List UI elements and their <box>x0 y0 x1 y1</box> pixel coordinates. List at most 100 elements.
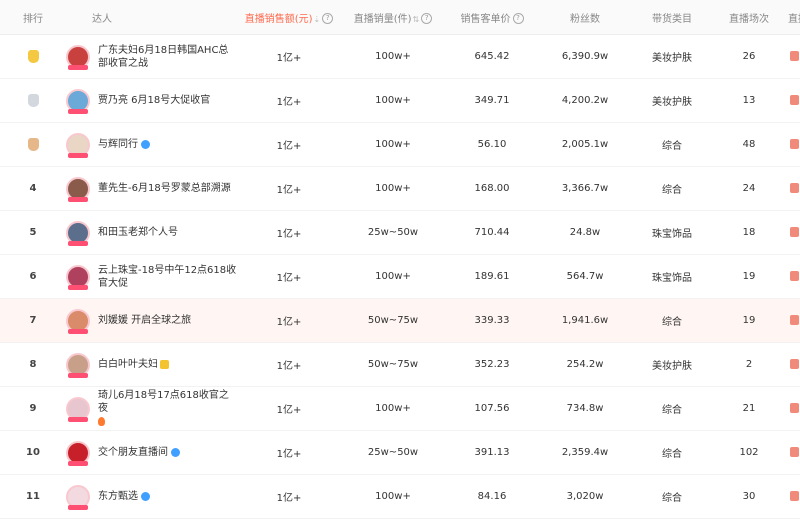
help-icon[interactable]: ? <box>512 13 524 24</box>
avatar[interactable] <box>66 176 90 202</box>
live-room-cell[interactable] <box>786 359 800 370</box>
sort-desc-icon[interactable]: ⇣ <box>314 15 321 24</box>
rank-cell <box>0 50 66 63</box>
live-room-cell[interactable] <box>786 227 800 238</box>
live-count: 102 <box>739 447 759 458</box>
rank-cell: 11 <box>0 491 66 502</box>
influencer-cell[interactable]: 云上珠宝-18号中午12点618收官大促 <box>66 264 238 290</box>
live-room-icon[interactable] <box>789 227 799 237</box>
influencer-name[interactable]: 交个朋友直播间 <box>98 446 238 459</box>
avatar[interactable] <box>66 308 90 334</box>
fans-count: 24.8w <box>569 227 601 238</box>
live-room-cell[interactable] <box>786 183 800 194</box>
influencer-cell[interactable]: 琦儿6月18号17点618收官之夜 <box>66 389 238 428</box>
header-influencer: 达人 <box>92 13 112 25</box>
live-room-cell[interactable] <box>786 139 800 150</box>
avatar[interactable] <box>66 88 90 114</box>
live-room-icon[interactable] <box>789 315 799 325</box>
live-room-icon[interactable] <box>789 359 799 369</box>
influencer-cell[interactable]: 广东夫妇6月18日韩国AHC总部收官之战 <box>66 44 238 70</box>
verified-icon <box>141 139 150 149</box>
table-row[interactable]: 与辉同行 1亿+ 100w+ 56.10 2,005.1w 综合 48 <box>0 123 800 167</box>
live-room-icon[interactable] <box>789 447 799 457</box>
rank-cell: 7 <box>0 315 66 326</box>
influencer-name[interactable]: 东方甄选 <box>98 490 238 503</box>
help-icon[interactable]: ? <box>421 13 433 24</box>
live-room-icon[interactable] <box>789 271 799 281</box>
category: 综合 <box>662 405 682 416</box>
avatar[interactable] <box>66 44 90 70</box>
live-room-cell[interactable] <box>786 403 800 414</box>
live-room-icon[interactable] <box>789 51 799 61</box>
influencer-cell[interactable]: 刘媛媛 开启全球之旅 <box>66 308 238 334</box>
sort-icon[interactable]: ⇅ <box>413 15 420 24</box>
live-room-icon[interactable] <box>789 95 799 105</box>
ranking-table: 排行 达人 直播销售额(元)⇣? 直播销量(件)⇅? 销售客单价? 粉丝数 带货… <box>0 0 800 519</box>
avatar[interactable] <box>66 264 90 290</box>
unit-price: 645.42 <box>474 51 510 62</box>
influencer-cell[interactable]: 与辉同行 <box>66 132 238 158</box>
table-row[interactable]: 8 白白叶叶夫妇 1亿+ 50w~75w 352.23 254.2w 美妆护肤 … <box>0 343 800 387</box>
fire-icon <box>98 416 105 426</box>
sales-amount: 1亿+ <box>276 53 302 64</box>
avatar[interactable] <box>66 396 90 422</box>
header-sales-amount[interactable]: 直播销售额(元)⇣? <box>238 10 340 25</box>
table-row[interactable]: 6 云上珠宝-18号中午12点618收官大促 1亿+ 100w+ 189.61 … <box>0 255 800 299</box>
influencer-cell[interactable]: 贾乃亮 6月18号大促收官 <box>66 88 238 114</box>
table-row[interactable]: 7 刘媛媛 开启全球之旅 1亿+ 50w~75w 339.33 1,941.6w… <box>0 299 800 343</box>
avatar[interactable] <box>66 132 90 158</box>
live-room-cell[interactable] <box>786 51 800 62</box>
rank-number: 6 <box>29 271 37 282</box>
fans-count: 1,941.6w <box>561 315 609 326</box>
live-room-cell[interactable] <box>786 315 800 326</box>
live-tag-icon <box>68 284 88 290</box>
sales-amount: 1亿+ <box>276 97 302 108</box>
header-live-count: 直播场次 <box>729 13 769 25</box>
live-room-cell[interactable] <box>786 271 800 282</box>
table-row[interactable]: 9 琦儿6月18号17点618收官之夜 1亿+ 100w+ 107.56 734… <box>0 387 800 431</box>
header-sales-amount-label: 直播销售额(元) <box>244 13 313 25</box>
influencer-cell[interactable]: 和田玉老郑个人号 <box>66 220 238 246</box>
influencer-cell[interactable]: 交个朋友直播间 <box>66 440 238 466</box>
avatar[interactable] <box>66 440 90 466</box>
rank-cell: 9 <box>0 403 66 414</box>
table-row[interactable]: 贾乃亮 6月18号大促收官 1亿+ 100w+ 349.71 4,200.2w … <box>0 79 800 123</box>
live-room-cell[interactable] <box>786 447 800 458</box>
table-row[interactable]: 4 董先生-6月18号罗蒙总部溯源 1亿+ 100w+ 168.00 3,366… <box>0 167 800 211</box>
live-tag-icon <box>68 372 88 378</box>
influencer-name[interactable]: 刘媛媛 开启全球之旅 <box>98 314 238 327</box>
avatar[interactable] <box>66 220 90 246</box>
live-tag-icon <box>68 152 88 158</box>
live-room-cell[interactable] <box>786 491 800 502</box>
live-room-cell[interactable] <box>786 95 800 106</box>
influencer-name[interactable]: 白白叶叶夫妇 <box>98 358 238 371</box>
category: 综合 <box>662 493 682 504</box>
table-row[interactable]: 5 和田玉老郑个人号 1亿+ 25w~50w 710.44 24.8w 珠宝饰品… <box>0 211 800 255</box>
fans-count: 254.2w <box>566 359 604 370</box>
crown-icon <box>160 359 169 369</box>
header-sales-volume[interactable]: 直播销量(件)⇅? <box>340 10 446 25</box>
table-row[interactable]: 11 东方甄选 1亿+ 100w+ 84.16 3,020w 综合 30 <box>0 475 800 519</box>
influencer-name[interactable]: 与辉同行 <box>98 138 238 151</box>
influencer-name[interactable]: 贾乃亮 6月18号大促收官 <box>98 94 238 107</box>
table-row[interactable]: 10 交个朋友直播间 1亿+ 25w~50w 391.13 2,359.4w 综… <box>0 431 800 475</box>
header-unit-price[interactable]: 销售客单价? <box>446 10 538 25</box>
live-tag-icon <box>68 64 88 70</box>
table-row[interactable]: 广东夫妇6月18日韩国AHC总部收官之战 1亿+ 100w+ 645.42 6,… <box>0 35 800 79</box>
influencer-name[interactable]: 董先生-6月18号罗蒙总部溯源 <box>98 182 238 195</box>
influencer-name[interactable]: 广东夫妇6月18日韩国AHC总部收官之战 <box>98 44 238 70</box>
sales-volume: 100w+ <box>375 271 411 282</box>
influencer-name[interactable]: 云上珠宝-18号中午12点618收官大促 <box>98 264 238 290</box>
influencer-name[interactable]: 和田玉老郑个人号 <box>98 226 238 239</box>
rank-cell: 10 <box>0 447 66 458</box>
live-room-icon[interactable] <box>789 491 799 501</box>
influencer-name[interactable]: 琦儿6月18号17点618收官之夜 <box>98 389 238 428</box>
live-room-icon[interactable] <box>789 183 799 193</box>
live-room-icon[interactable] <box>789 403 799 413</box>
sales-volume: 100w+ <box>375 51 411 62</box>
help-icon[interactable]: ? <box>322 13 334 24</box>
influencer-cell[interactable]: 董先生-6月18号罗蒙总部溯源 <box>66 176 238 202</box>
live-room-icon[interactable] <box>789 139 799 149</box>
influencer-cell[interactable]: 白白叶叶夫妇 <box>66 352 238 378</box>
avatar[interactable] <box>66 352 90 378</box>
